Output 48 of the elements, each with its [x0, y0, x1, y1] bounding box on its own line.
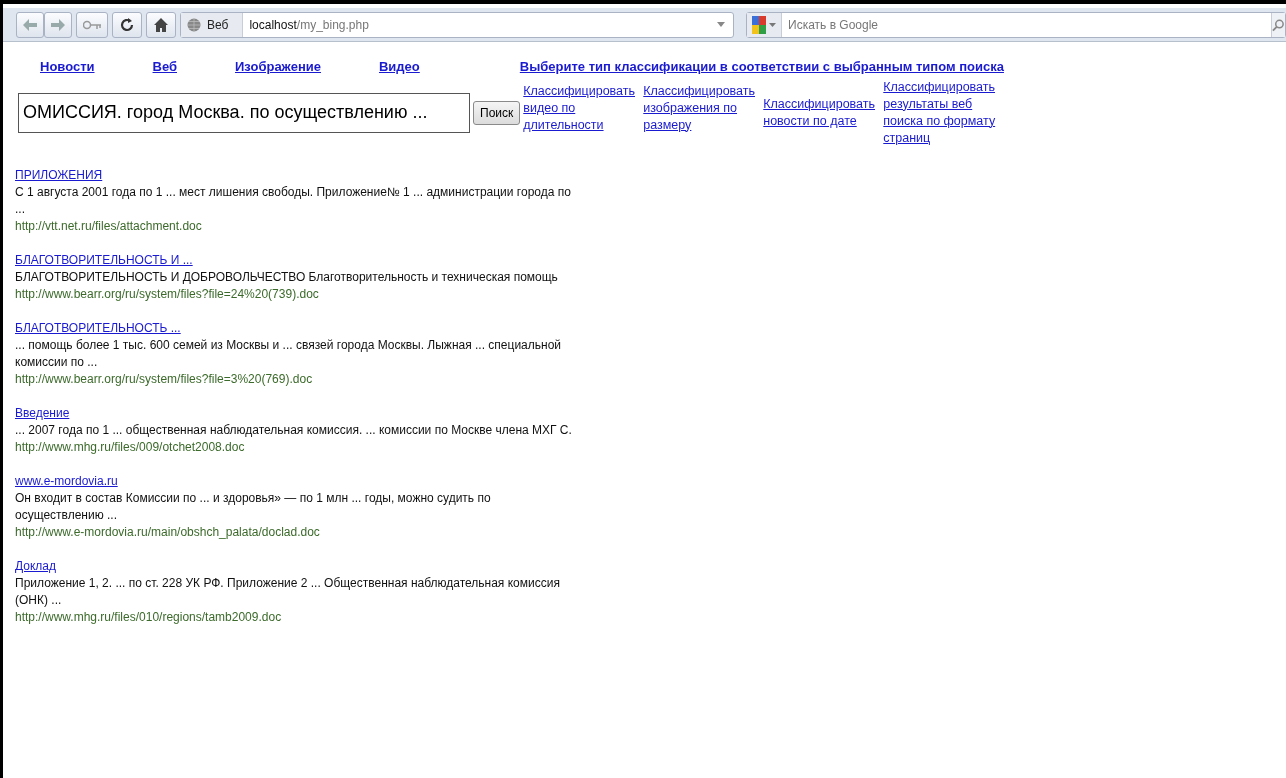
result-snippet: С 1 августа 2001 года по 1 ... мест лишения свободы. Приложение№ 1 ... администрации города по ... [15, 183, 572, 218]
forward-arrow-icon [51, 18, 65, 31]
address-bar[interactable]: Веб localhost/my_bing.php [180, 11, 734, 38]
classify-link[interactable]: Классифицировать изображения по размеру [643, 82, 762, 134]
search-engine-icon [752, 15, 766, 34]
home-icon [153, 16, 169, 33]
home-button[interactable] [146, 11, 176, 38]
key-icon [83, 19, 101, 30]
dropdown-caret-icon[interactable] [717, 22, 725, 27]
category-link[interactable]: Новости [40, 57, 95, 77]
result-snippet: ... помощь более 1 тыс. 600 семей из Москвы и ... связей города Москвы. Лыжная ... специальной комиссии по ... [15, 336, 563, 371]
query-field[interactable]: ОМИССИЯ. город Москва. по осуществлению ... [18, 92, 470, 133]
result-title[interactable]: БЛАГОТВОРИТЕЛЬНОСТЬ ... [15, 319, 181, 337]
search-icon[interactable] [1272, 17, 1285, 32]
back-arrow-icon [23, 18, 37, 31]
result-url: http://www.mhg.ru/files/009/otchet2008.doc [15, 438, 245, 456]
dropdown-caret-icon [769, 22, 776, 27]
result-title[interactable]: Доклад [15, 557, 56, 575]
result-snippet: ... 2007 года по 1 ... общественная наблюдательная комиссия. ... комиссии по Москве члена МХГ С. [15, 421, 572, 439]
result-url: http://vtt.net.ru/files/attachment.doc [15, 217, 202, 235]
category-link[interactable]: Веб [152, 57, 177, 77]
result-url: http://www.bearr.org/ru/system/files?file=24%20(739).doc [15, 285, 319, 303]
url-text: localhost/my_bing.php [249, 16, 369, 34]
result-url: http://www.bearr.org/ru/system/files?file=3%20(769).doc [15, 370, 313, 388]
result-snippet: Он входит в состав Комиссии по ... и здоровья» — по 1 млн ... годы, можно судить по осуществлению ... [15, 489, 492, 524]
back-button[interactable] [16, 11, 44, 38]
result-snippet: Приложение 1, 2. ... по ст. 228 УК РФ. Приложение 2 ... Общественная наблюдательная комиссия (ОНК) ... [15, 574, 561, 609]
result-title[interactable]: Введение [15, 404, 70, 422]
result-url: http://www.mhg.ru/files/010/regions/tamb2009.doc [15, 608, 282, 626]
classification-heading[interactable]: Выберите тип классификации в соответствии с выбранным типом поиска [519, 57, 1004, 77]
result-title[interactable]: www.e-mordovia.ru [15, 472, 118, 490]
classify-link[interactable]: Классифицировать результаты веб поиска по формату страниц [883, 78, 1002, 147]
classify-link[interactable]: Классифицировать новости по дате [763, 95, 882, 130]
search-button[interactable]: Поиск [473, 100, 521, 125]
search-field[interactable]: Искать в Google [782, 15, 1271, 34]
result-url: http://www.e-mordovia.ru/main/obshch_palata/doclad.doc [15, 523, 320, 541]
category-link[interactable]: Изображение [235, 57, 321, 77]
result-title[interactable]: БЛАГОТВОРИТЕЛЬНОСТЬ И ... [15, 251, 193, 269]
result-snippet: БЛАГОТВОРИТЕЛЬНОСТЬ И ДОБРОВОЛЬЧЕСТВО Благотворительность и техническая помощь [15, 268, 558, 286]
forward-button[interactable] [44, 11, 72, 38]
site-label: Веб [207, 16, 230, 34]
search-bar[interactable]: Искать в Google [746, 11, 1286, 38]
reload-icon [119, 16, 135, 33]
result-title[interactable]: ПРИЛОЖЕНИЯ [15, 166, 103, 184]
globe-icon [187, 17, 201, 32]
classify-link[interactable]: Классифицировать видео по длительности [523, 82, 642, 134]
category-link[interactable]: Видео [379, 57, 420, 77]
reload-button[interactable] [112, 11, 142, 38]
